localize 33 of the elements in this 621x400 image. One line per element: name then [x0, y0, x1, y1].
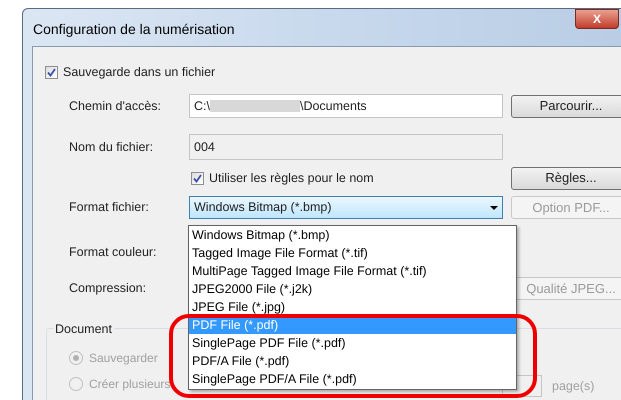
checkbox-label: Utiliser les règles pour le nom	[209, 170, 374, 187]
radio-label: Créer plusieurs	[89, 376, 170, 393]
dropdown-option[interactable]: JPEG2000 File (*.j2k)	[189, 280, 516, 298]
browse-button[interactable]: Parcourir...	[511, 94, 621, 118]
dropdown-option[interactable]: PDF/A File (*.pdf)	[189, 352, 516, 370]
dropdown-option[interactable]: Windows Bitmap (*.bmp)	[189, 226, 516, 244]
checkmark-icon	[47, 68, 56, 76]
dropdown-option[interactable]: SinglePage PDF File (*.pdf)	[189, 334, 516, 352]
file-name-field[interactable]: 004	[189, 134, 503, 160]
field-label: Nom du fichier:	[68, 138, 154, 156]
checkbox[interactable]	[45, 66, 58, 78]
dropdown-option[interactable]: MultiPage Tagged Image File Format (*.tif)	[189, 262, 516, 280]
radio-label: Sauvegarder	[89, 350, 158, 367]
checkbox[interactable]	[191, 172, 204, 184]
window-title: Configuration de la numérisation	[33, 20, 235, 39]
path-field[interactable]: C:\ \Documents	[189, 94, 503, 118]
radio-button[interactable]	[69, 377, 83, 391]
field-label: Format couleur:	[68, 244, 158, 262]
field-label: Chemin d'accès:	[68, 98, 162, 115]
dropdown-arrow-icon	[490, 206, 498, 210]
field-label: page(s)	[552, 378, 594, 395]
checkbox-label: Sauvegarde dans un fichier	[63, 64, 216, 81]
path-start: C:\	[194, 98, 210, 115]
dropdown-option[interactable]: JPEG File (*.jpg)	[189, 298, 516, 316]
format-dropdown[interactable]: Windows Bitmap (*.bmp)	[189, 196, 503, 219]
rules-button[interactable]: Règles...	[511, 166, 621, 190]
checkmark-icon	[193, 174, 202, 182]
path-end: \Documents	[300, 98, 367, 115]
field-label: Compression:	[68, 280, 148, 298]
dropdown-option[interactable]: Tagged Image File Format (*.tif)	[189, 244, 516, 262]
dropdown-option[interactable]: SinglePage PDF/A File (*.pdf)	[189, 370, 516, 388]
radio-button[interactable]	[69, 351, 83, 365]
field-label: Format fichier:	[68, 199, 150, 216]
